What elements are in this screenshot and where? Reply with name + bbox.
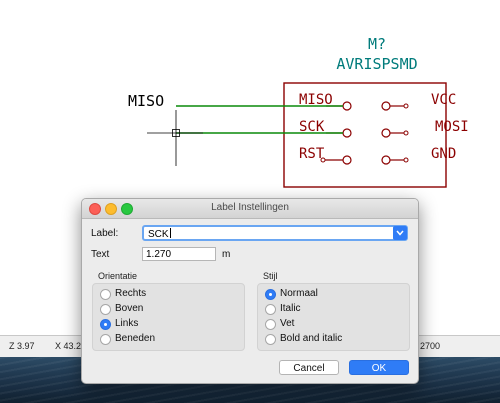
label-field-label: Label:: [91, 228, 119, 239]
dialog-titlebar[interactable]: Label Instellingen: [82, 199, 418, 219]
component-value: AVRISPSMD: [336, 55, 417, 73]
text-size-input[interactable]: 1.270: [142, 247, 216, 261]
orientation-beneden-radio[interactable]: [100, 334, 111, 345]
placement-cursor: [147, 110, 203, 166]
style-normaal-radio[interactable]: [265, 289, 276, 300]
dialog-title: Label Instellingen: [211, 202, 289, 213]
pin-rst[interactable]: [320, 155, 352, 165]
combobox-dropdown-button[interactable]: [393, 226, 407, 240]
orientation-boven-radio[interactable]: [100, 304, 111, 315]
text-size-unit: m: [222, 249, 231, 260]
label-combobox[interactable]: SCK: [142, 225, 408, 241]
component-reference: M?: [368, 35, 386, 53]
orientation-rechts-radio[interactable]: [100, 289, 111, 300]
pin-vcc[interactable]: [381, 101, 409, 111]
orientation-group: Rechts Boven Links Beneden: [92, 283, 245, 351]
pin-mosi[interactable]: [381, 128, 409, 138]
chevron-down-icon: [396, 230, 404, 236]
net-label-miso[interactable]: MISO: [128, 92, 164, 110]
zoom-readout: Z 3.97: [9, 341, 35, 351]
style-vet-radio[interactable]: [265, 319, 276, 330]
pin-gnd[interactable]: [381, 155, 409, 165]
style-group-title: Stijl: [263, 271, 278, 281]
pin-label-vcc: VCC: [431, 92, 456, 108]
orientation-group-title: Orientatie: [98, 271, 138, 281]
label-value[interactable]: SCK: [148, 228, 171, 240]
ok-button[interactable]: OK: [349, 360, 409, 375]
x-coordinate-readout: X 43.2: [55, 341, 82, 351]
text-size-value[interactable]: 1.270: [146, 249, 171, 260]
pin-label-mosi: MOSI: [435, 119, 469, 135]
label-settings-dialog: Label Instellingen Label: SCK Text 1.270…: [81, 198, 419, 384]
cancel-button[interactable]: Cancel: [279, 360, 339, 375]
style-group: Normaal Italic Vet Bold and italic: [257, 283, 410, 351]
pin-label-gnd: GND: [431, 146, 456, 162]
style-italic-radio[interactable]: [265, 304, 276, 315]
style-bold-italic-radio[interactable]: [265, 334, 276, 345]
orientation-links-radio[interactable]: [100, 319, 111, 330]
text-size-label: Text: [91, 249, 110, 260]
coordinate-readout: 2700: [420, 341, 441, 351]
